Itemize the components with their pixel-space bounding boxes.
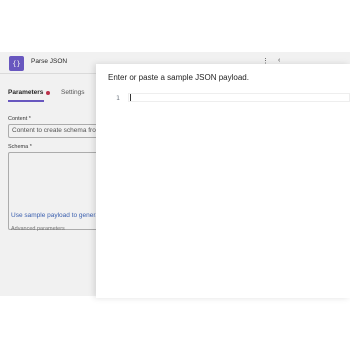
line-number: 1 (116, 94, 120, 102)
text-cursor (130, 94, 131, 101)
sample-payload-dialog: Enter or paste a sample JSON payload. 1 (96, 64, 350, 298)
json-payload-editor[interactable]: 1 (106, 92, 350, 298)
current-line-highlight (128, 93, 350, 102)
dialog-title: Enter or paste a sample JSON payload. (108, 73, 249, 82)
stage: {} Parse JSON ⋮ ‹ Parameters Settings Co… (0, 0, 350, 350)
